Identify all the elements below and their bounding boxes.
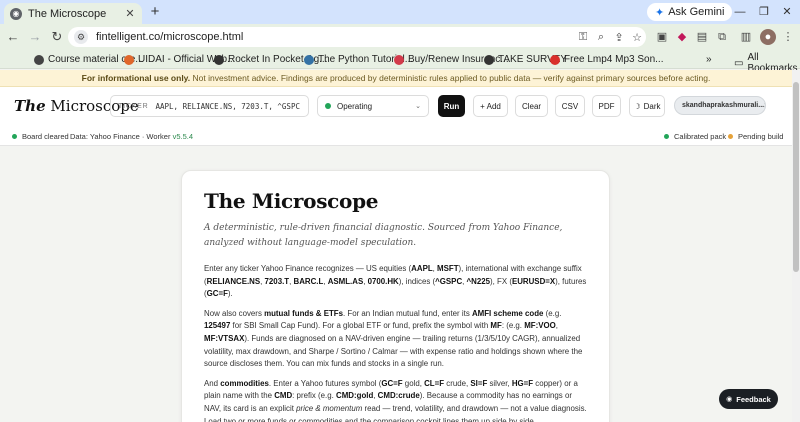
minimize-icon[interactable]: — — [732, 4, 748, 20]
disclaimer-text: Not investment advice. Findings are prod… — [192, 73, 711, 83]
version-badge: v5.5.4 — [172, 132, 193, 141]
csv-button[interactable]: CSV — [555, 95, 585, 117]
page-title: The Microscope — [204, 189, 379, 213]
browser-tab[interactable]: ◉ The Microscope ✕ — [4, 3, 142, 24]
new-tab-button[interactable]: + — [147, 4, 163, 20]
funds-paragraph: Now also covers mutual funds & ETFs. For… — [204, 308, 583, 369]
clear-button[interactable]: Clear — [515, 95, 548, 117]
extension-icon[interactable]: ▣ — [654, 29, 670, 45]
intro-paragraph: Enter any ticker Yahoo Finance recognize… — [204, 264, 587, 299]
bookmark-favicon-icon — [34, 54, 44, 65]
zoom-icon[interactable]: ⌕ — [592, 31, 610, 44]
scrollbar-thumb[interactable] — [793, 82, 799, 272]
status-dot-icon — [664, 134, 669, 139]
data-source: Data: Yahoo Finance · Worker v5.5.4 — [70, 132, 193, 141]
address-bar[interactable]: ⚙ fintelligent.co/microscope.html ⚿ ⌕ ⇪ … — [68, 27, 646, 47]
tab-title: The Microscope — [28, 7, 107, 20]
add-button[interactable]: + Add — [473, 95, 508, 117]
bookmark-favicon-icon — [550, 54, 560, 65]
close-icon[interactable]: × — [764, 101, 765, 110]
ticker-label: TICKER — [118, 102, 149, 110]
page-viewport: For informational use only. Not investme… — [0, 70, 792, 422]
dark-mode-button[interactable]: ☽ Dark — [629, 95, 665, 117]
side-panel-icon[interactable]: ▥ — [738, 29, 754, 45]
bookmark-item[interactable]: Free Lmp4 Mp3 Son... — [550, 52, 664, 67]
browser-tab-strip: ◉ The Microscope ✕ + ✦ Ask Gemini — ❐ ✕ — [0, 0, 800, 24]
ticker-value[interactable]: AAPL, RELIANCE.NS, 7203.T, ^GSPC — [155, 102, 300, 111]
moon-icon: ☽ — [633, 101, 641, 111]
page-subtitle: A deterministic, rule-driven financial d… — [204, 223, 563, 248]
intro-card: The Microscope A deterministic, rule-dri… — [181, 170, 610, 422]
pdf-button[interactable]: PDF — [592, 95, 621, 117]
site-info-icon[interactable]: ⚙ — [74, 30, 88, 44]
user-email: skandhaprakashmurali... — [682, 102, 765, 109]
bookmark-favicon-icon — [124, 54, 134, 65]
menu-kebab-icon[interactable]: ⋮ — [780, 29, 796, 45]
tab-close-icon[interactable]: ✕ — [124, 7, 136, 20]
calibrated-status: Calibrated pack — [664, 132, 726, 141]
share-icon[interactable]: ⇪ — [610, 31, 628, 44]
mode-value: Operating — [337, 101, 373, 111]
maximize-icon[interactable]: ❐ — [756, 4, 772, 20]
bookmark-favicon-icon — [214, 54, 224, 65]
status-dot-icon — [728, 134, 733, 139]
back-arrow-icon[interactable]: ← — [5, 29, 21, 45]
bookmarks-overflow-icon[interactable]: » — [706, 52, 712, 67]
commodities-paragraph: And commodities. Enter a Yahoo futures s… — [204, 378, 587, 422]
browser-toolbar: ← → ↻ ⚙ fintelligent.co/microscope.html … — [0, 24, 800, 50]
status-dot-icon — [325, 103, 331, 109]
key-icon[interactable]: ⚿ — [574, 31, 592, 44]
pending-status: Pending build — [728, 132, 783, 141]
mode-select[interactable]: Operating ⌄ — [317, 95, 429, 117]
feedback-label: Feedback — [736, 394, 771, 404]
run-button[interactable]: Run — [438, 95, 465, 117]
feedback-button[interactable]: ◉ Feedback — [719, 389, 778, 409]
bookmarks-bar: Course material cre... UIDAI - Official … — [0, 50, 800, 74]
bookmark-star-icon[interactable]: ☆ — [628, 31, 646, 44]
extension-icon[interactable]: ▤ — [694, 29, 710, 45]
avatar[interactable]: ● — [760, 29, 776, 45]
chat-icon: ◉ — [726, 396, 733, 403]
url-text[interactable]: fintelligent.co/microscope.html — [96, 31, 574, 43]
reload-icon[interactable]: ↻ — [49, 29, 65, 45]
bookmark-favicon-icon — [304, 54, 314, 65]
bookmark-favicon-icon — [484, 54, 494, 65]
ask-gemini-button[interactable]: ✦ Ask Gemini — [647, 3, 733, 21]
extension-icon[interactable]: ◆ — [674, 29, 690, 45]
status-dot-icon — [12, 134, 17, 139]
status-bar: Board cleared Data: Yahoo Finance · Work… — [0, 126, 792, 146]
bookmark-favicon-icon — [394, 54, 404, 65]
dark-label: Dark — [643, 101, 661, 111]
ask-gemini-label: Ask Gemini — [668, 6, 725, 18]
page-scrollbar[interactable] — [792, 70, 800, 422]
user-chip[interactable]: skandhaprakashmurali... × — [674, 96, 766, 115]
board-status: Board cleared — [12, 132, 69, 141]
folder-icon: ▭ — [734, 57, 744, 69]
window-close-icon[interactable]: ✕ — [779, 4, 795, 20]
puzzle-icon[interactable]: ⧉ — [714, 29, 730, 45]
disclaimer-banner: For informational use only. Not investme… — [0, 70, 792, 87]
app-header: The Microscope TICKER AAPL, RELIANCE.NS,… — [0, 87, 792, 126]
logo-the: The — [14, 97, 46, 115]
forward-arrow-icon[interactable]: → — [27, 29, 43, 45]
chevron-down-icon: ⌄ — [415, 103, 421, 110]
disclaimer-bold: For informational use only. — [81, 73, 191, 83]
globe-icon: ◉ — [10, 7, 22, 20]
gemini-sparkle-icon: ✦ — [655, 6, 665, 19]
ticker-input[interactable]: TICKER AAPL, RELIANCE.NS, 7203.T, ^GSPC — [110, 95, 309, 117]
